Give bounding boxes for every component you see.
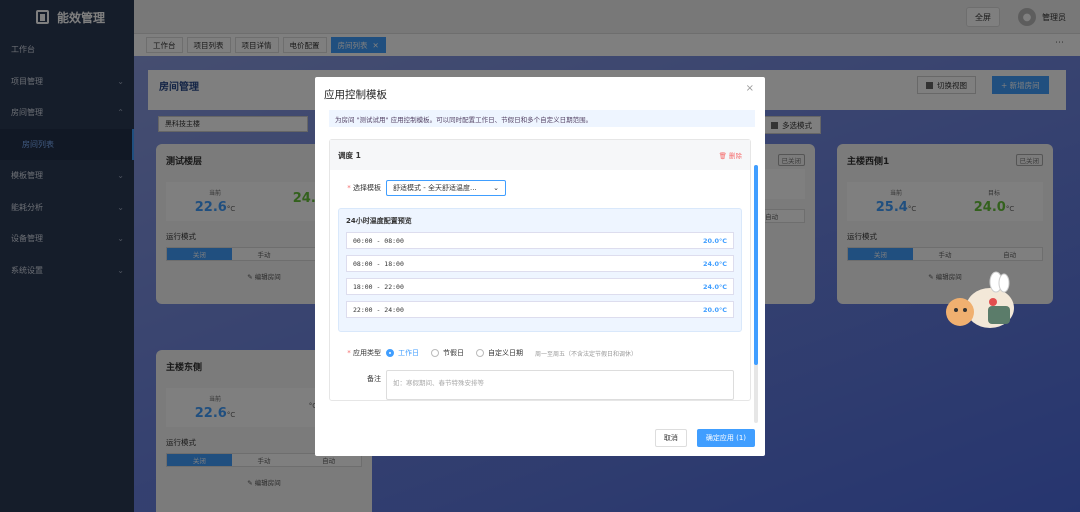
- radio-icon: [386, 349, 394, 357]
- apply-template-dialog: 应用控制模板 × 为房间 "测试试用" 应用控制模板。可以同时配置工作日、节假日…: [315, 77, 765, 456]
- option-label: 工作日: [398, 349, 419, 357]
- schedule-row: 08:00 - 18:00 24.0°C: [346, 255, 734, 272]
- template-label: * 选择模板: [347, 184, 381, 192]
- apply-hint: 周一至周五（不含法定节假日和调休）: [535, 350, 638, 358]
- schedule-name: 调度 1: [338, 150, 361, 160]
- radio-icon: [476, 349, 484, 357]
- note-label: 备注: [367, 375, 381, 383]
- template-field: * 选择模板 舒适模式 - 全天舒适温度... ⌄: [330, 180, 750, 196]
- time-range: 22:00 - 24:00: [353, 305, 404, 314]
- chevron-down-icon: ⌄: [493, 184, 499, 192]
- note-textarea[interactable]: 如：寒假期间、春节特殊安排等: [386, 370, 734, 400]
- apply-type-option[interactable]: 节假日: [431, 348, 464, 358]
- radio-icon: [431, 349, 439, 357]
- schedule-row: 22:00 - 24:00 20.0°C: [346, 301, 734, 318]
- apply-type-options: 工作日 节假日 自定义日期: [386, 348, 535, 358]
- dialog-scrollbar[interactable]: [754, 165, 758, 423]
- schedule-header: 调度 1 🗑 删除: [330, 140, 750, 170]
- cancel-button[interactable]: 取消: [654, 429, 687, 447]
- row-temp: 20.0°C: [702, 236, 727, 245]
- close-icon[interactable]: ×: [746, 83, 754, 94]
- schedule-row: 18:00 - 22:00 24.0°C: [346, 278, 734, 295]
- note-field: 备注 如：寒假期间、春节特殊安排等: [330, 370, 750, 400]
- row-temp: 24.0°C: [702, 259, 727, 268]
- apply-type-field: * 应用类型 工作日 节假日 自定义日期 周一至周五（不含法定节假日和调休）: [330, 348, 750, 358]
- option-label: 自定义日期: [488, 349, 523, 357]
- apply-type-label: * 应用类型: [347, 349, 381, 357]
- mascot-icon: [946, 271, 1014, 328]
- time-range: 18:00 - 22:00: [353, 282, 404, 291]
- scrollbar-thumb[interactable]: [754, 165, 758, 365]
- confirm-apply-button[interactable]: 确定应用 (1): [696, 429, 755, 447]
- dialog-info: 为房间 "测试试用" 应用控制模板。可以同时配置工作日、节假日和多个自定义日期范…: [329, 110, 755, 127]
- schedule-card: 调度 1 🗑 删除 * 选择模板 舒适模式 - 全天舒适温度... ⌄ 24小时…: [329, 139, 751, 401]
- temperature-preview: 24小时温度配置预览 00:00 - 08:00 20.0°C 08:00 - 18…: [338, 208, 742, 332]
- row-temp: 24.0°C: [702, 282, 727, 291]
- preview-title: 24小时温度配置预览: [346, 217, 412, 225]
- apply-type-option[interactable]: 自定义日期: [476, 348, 523, 358]
- option-label: 节假日: [443, 349, 464, 357]
- template-value: 舒适模式 - 全天舒适温度...: [393, 184, 477, 192]
- dialog-body: 调度 1 🗑 删除 * 选择模板 舒适模式 - 全天舒适温度... ⌄ 24小时…: [329, 139, 759, 423]
- time-range: 00:00 - 08:00: [353, 236, 404, 245]
- apply-type-option[interactable]: 工作日: [386, 348, 419, 358]
- time-range: 08:00 - 18:00: [353, 259, 404, 268]
- row-temp: 20.0°C: [702, 305, 727, 314]
- template-select[interactable]: 舒适模式 - 全天舒适温度... ⌄: [386, 180, 506, 196]
- schedule-row: 00:00 - 08:00 20.0°C: [346, 232, 734, 249]
- dialog-title: 应用控制模板: [324, 89, 387, 101]
- delete-schedule-button[interactable]: 🗑 删除: [719, 150, 742, 160]
- dialog-footer: 取消 确定应用 (1): [654, 429, 755, 447]
